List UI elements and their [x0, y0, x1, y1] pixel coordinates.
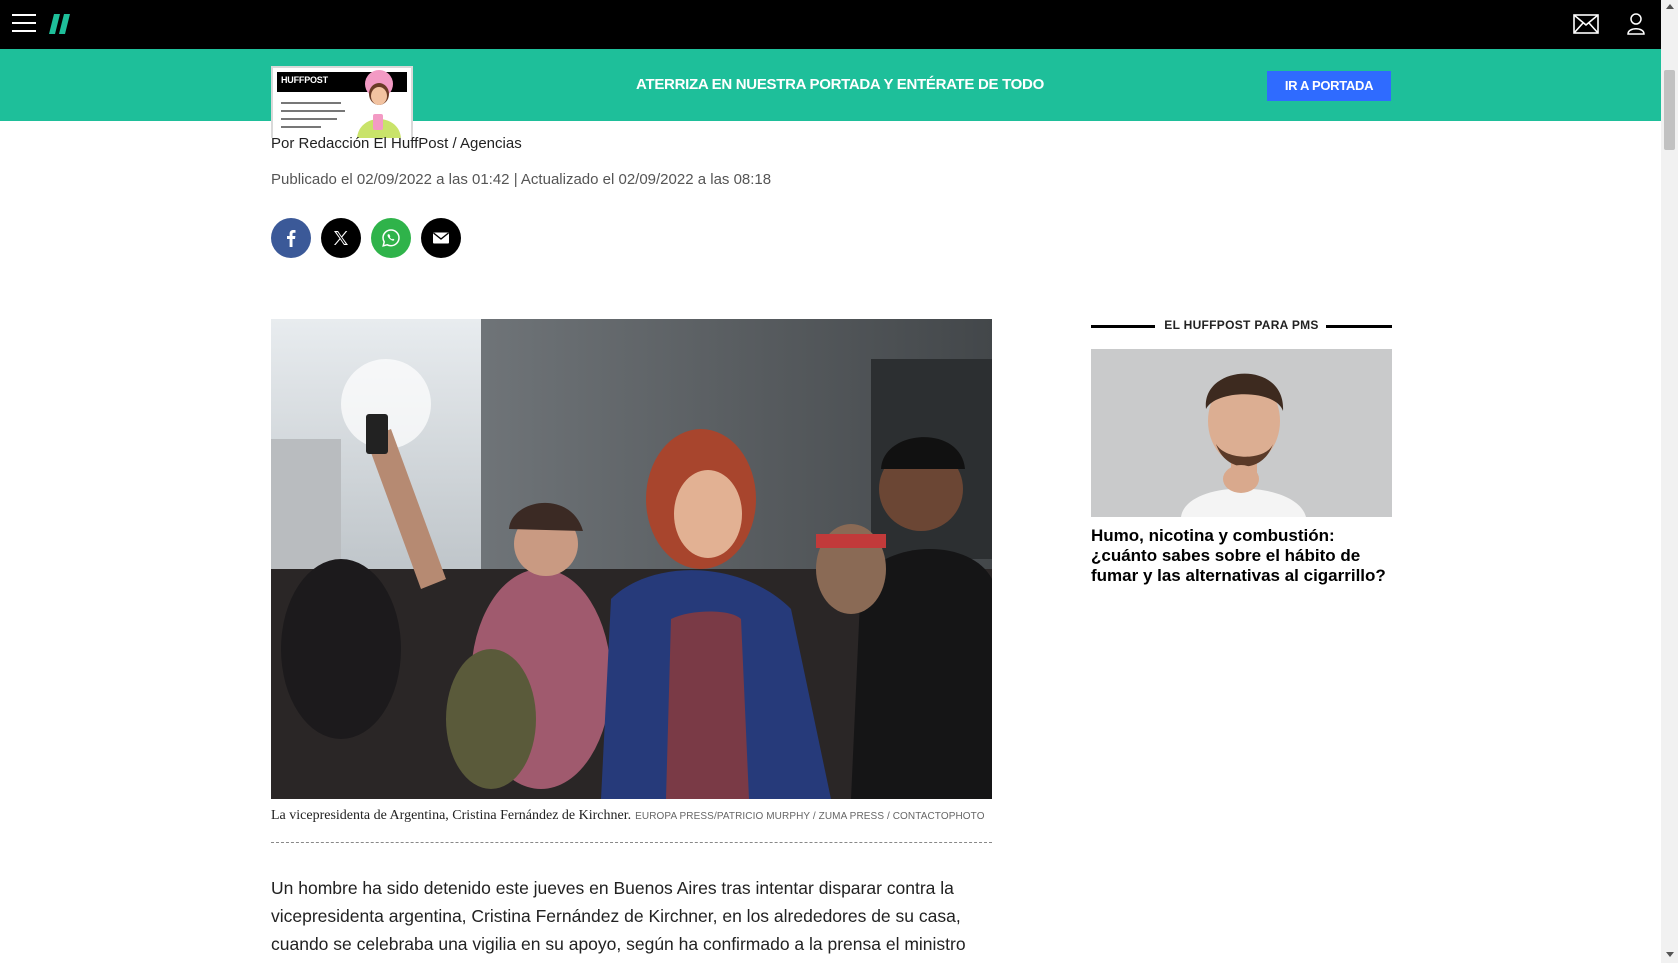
- email-icon: [433, 232, 449, 244]
- article-hero-photo: [271, 319, 992, 799]
- article-body: Un hombre ha sido detenido este jueves e…: [271, 874, 1001, 958]
- body-line: vicepresidenta argentina, Cristina Ferná…: [271, 906, 961, 926]
- body-line: Un hombre ha sido detenido este jueves e…: [271, 878, 954, 898]
- whatsapp-share-button[interactable]: [371, 218, 411, 258]
- facebook-icon: [287, 230, 296, 247]
- banner-thumb-brand: HUFFPOST: [281, 75, 328, 85]
- email-share-button[interactable]: [421, 218, 461, 258]
- article-dates: Publicado el 02/09/2022 a las 01:42 | Ac…: [271, 171, 772, 188]
- banner-headline: ATERRIZA EN NUESTRA PORTADA Y ENTÉRATE D…: [636, 76, 1044, 93]
- hamburger-menu-icon[interactable]: [12, 14, 36, 34]
- page-scrollbar[interactable]: [1661, 0, 1678, 963]
- photo-caption: La vicepresidenta de Argentina, Cristina…: [271, 808, 992, 824]
- huffpost-logo-icon[interactable]: [49, 13, 71, 35]
- whatsapp-icon: [382, 229, 400, 247]
- facebook-share-button[interactable]: [271, 218, 311, 258]
- sidebar-heading: EL HUFFPOST PARA PMS: [1091, 318, 1392, 334]
- photo-credit: EUROPA PRESS/PATRICIO MURPHY / ZUMA PRES…: [635, 811, 985, 822]
- mail-icon[interactable]: [1573, 13, 1599, 35]
- scrollbar-thumb[interactable]: [1664, 70, 1675, 150]
- x-icon: [334, 231, 348, 245]
- girl-illustration-icon: [357, 70, 401, 138]
- sidebar-promo-image[interactable]: [1091, 349, 1392, 517]
- caption-text: La vicepresidenta de Argentina, Cristina…: [271, 808, 632, 823]
- ir-a-portada-button[interactable]: IR A PORTADA: [1267, 71, 1391, 101]
- article-byline: Por Redacción El HuffPost / Agencias: [271, 135, 522, 152]
- body-line: cuando se celebraba una vigilia en su ap…: [271, 934, 966, 954]
- banner-thumbnail-image: HUFFPOST: [271, 66, 413, 138]
- user-account-icon[interactable]: [1627, 12, 1645, 36]
- sidebar-promo-title[interactable]: Humo, nicotina y combustión: ¿cuánto sab…: [1091, 526, 1392, 586]
- scroll-down-icon[interactable]: [1666, 952, 1674, 957]
- x-share-button[interactable]: [321, 218, 361, 258]
- scroll-up-icon[interactable]: [1666, 4, 1674, 9]
- caption-divider: [271, 842, 992, 843]
- portada-promo-banner: HUFFPOST ATERRIZA EN NUESTRA PORTADA Y E…: [0, 49, 1661, 138]
- sidebar-heading-label: EL HUFFPOST PARA PMS: [1164, 318, 1319, 332]
- top-navigation-bar: [0, 0, 1661, 49]
